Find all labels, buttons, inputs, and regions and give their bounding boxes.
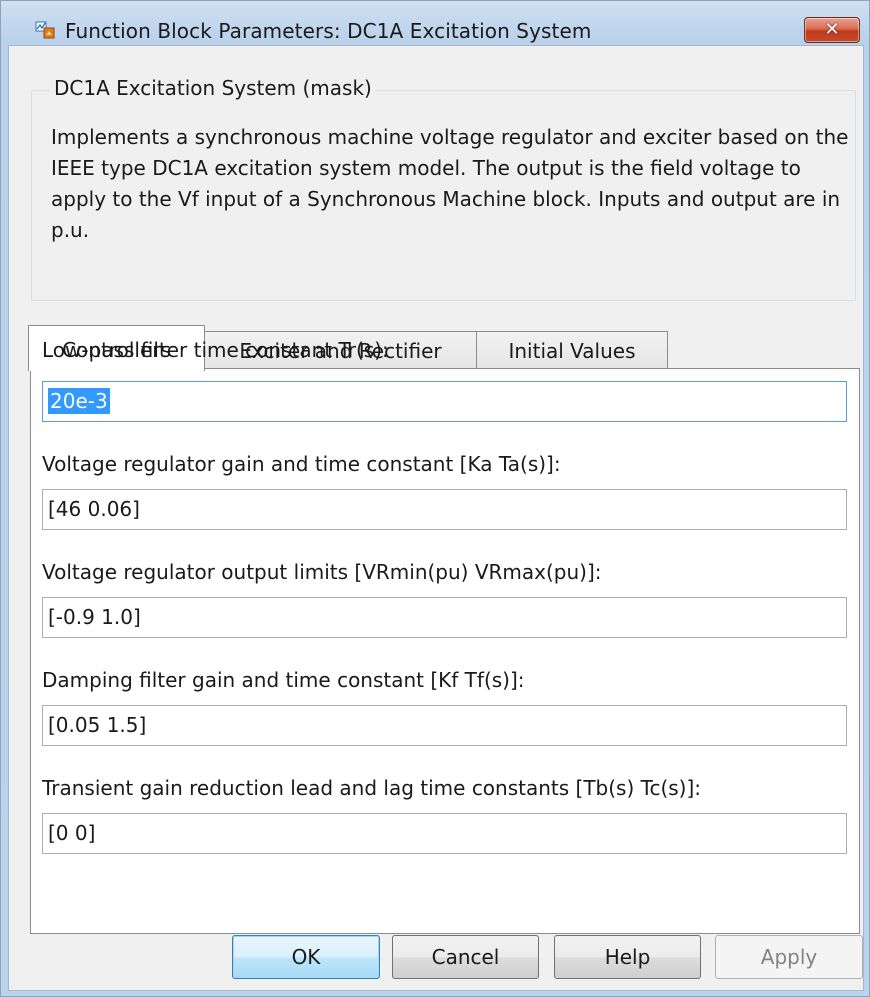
tr-input[interactable]: 20e-3: [42, 381, 847, 422]
ka-ta-label: Voltage regulator gain and time constant…: [42, 452, 561, 476]
mask-description: Implements a synchronous machine voltage…: [51, 125, 849, 242]
dialog-window: Function Block Parameters: DC1A Excitati…: [0, 0, 870, 997]
cancel-button[interactable]: Cancel: [392, 935, 539, 979]
help-button[interactable]: Help: [554, 935, 701, 979]
vr-limits-input[interactable]: [-0.9 1.0]: [42, 597, 847, 638]
ka-ta-input[interactable]: [46 0.06]: [42, 489, 847, 530]
apply-button[interactable]: Apply: [715, 935, 863, 979]
tr-label: Low-pass filter time constant Tr(s):: [42, 338, 389, 362]
mask-title: DC1A Excitation System (mask): [50, 76, 376, 100]
title-bar[interactable]: Function Block Parameters: DC1A Excitati…: [1, 1, 869, 45]
window-title: Function Block Parameters: DC1A Excitati…: [65, 19, 592, 43]
dialog-client-area: DC1A Excitation System (mask) Implements…: [8, 45, 864, 991]
tb-tc-label: Transient gain reduction lead and lag ti…: [42, 776, 702, 800]
tr-input-value: 20e-3: [48, 388, 110, 414]
tab-initial-values[interactable]: Initial Values: [476, 331, 668, 369]
vr-limits-label: Voltage regulator output limits [VRmin(p…: [42, 560, 602, 584]
close-button[interactable]: ✕: [804, 17, 860, 43]
close-icon: ✕: [824, 19, 840, 40]
ok-button[interactable]: OK: [232, 935, 380, 979]
tb-tc-input[interactable]: [0 0]: [42, 813, 847, 854]
simulink-block-icon: [35, 21, 55, 39]
kf-tf-label: Damping filter gain and time constant [K…: [42, 668, 525, 692]
kf-tf-input[interactable]: [0.05 1.5]: [42, 705, 847, 746]
